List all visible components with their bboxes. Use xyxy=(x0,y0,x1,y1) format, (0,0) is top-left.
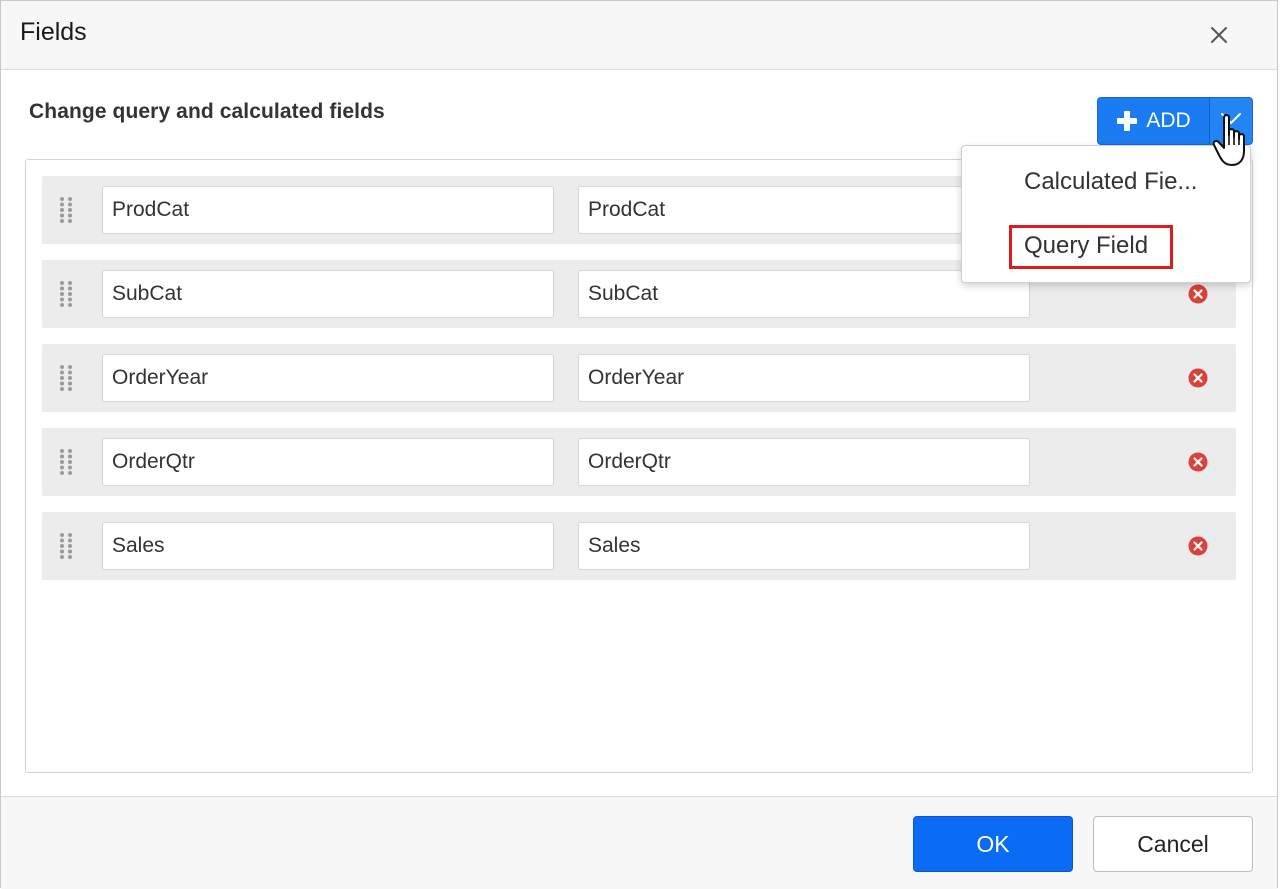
dialog-footer: OK Cancel xyxy=(1,796,1277,889)
drag-handle-icon[interactable] xyxy=(58,364,74,392)
drag-handle-icon[interactable] xyxy=(58,196,74,224)
fields-dialog: Fields Change query and calculated field… xyxy=(0,0,1278,889)
field-expression-input[interactable] xyxy=(578,438,1030,486)
dialog-subtitle: Change query and calculated fields xyxy=(29,100,385,123)
remove-icon[interactable] xyxy=(1188,284,1208,304)
field-name-input[interactable] xyxy=(102,354,554,402)
menu-item-query-field[interactable]: Query Field xyxy=(1024,232,1148,260)
field-row xyxy=(42,344,1236,412)
chevron-down-icon xyxy=(1220,112,1242,131)
field-row xyxy=(42,428,1236,496)
remove-icon[interactable] xyxy=(1188,536,1208,556)
plus-icon xyxy=(1116,110,1138,132)
dialog-title: Fields xyxy=(20,18,87,46)
field-name-input[interactable] xyxy=(102,438,554,486)
remove-icon[interactable] xyxy=(1188,452,1208,472)
menu-item-calculated-field[interactable]: Calculated Fie... xyxy=(1024,168,1197,196)
add-button[interactable]: ADD xyxy=(1098,98,1210,144)
add-dropdown-menu: Calculated Fie... Query Field xyxy=(961,145,1251,283)
drag-handle-icon[interactable] xyxy=(58,448,74,476)
cancel-button[interactable]: Cancel xyxy=(1093,816,1253,872)
field-name-input[interactable] xyxy=(102,270,554,318)
field-expression-input[interactable] xyxy=(578,522,1030,570)
drag-handle-icon[interactable] xyxy=(58,280,74,308)
field-name-input[interactable] xyxy=(102,186,554,234)
add-button-label: ADD xyxy=(1146,109,1191,132)
close-icon[interactable] xyxy=(1207,23,1231,47)
ok-button[interactable]: OK xyxy=(913,816,1073,872)
drag-handle-icon[interactable] xyxy=(58,532,74,560)
field-row xyxy=(42,512,1236,580)
field-expression-input[interactable] xyxy=(578,354,1030,402)
add-split-button: ADD xyxy=(1097,97,1253,145)
add-dropdown-toggle[interactable] xyxy=(1210,98,1252,144)
field-name-input[interactable] xyxy=(102,522,554,570)
remove-icon[interactable] xyxy=(1188,368,1208,388)
dialog-header: Fields xyxy=(1,1,1277,70)
